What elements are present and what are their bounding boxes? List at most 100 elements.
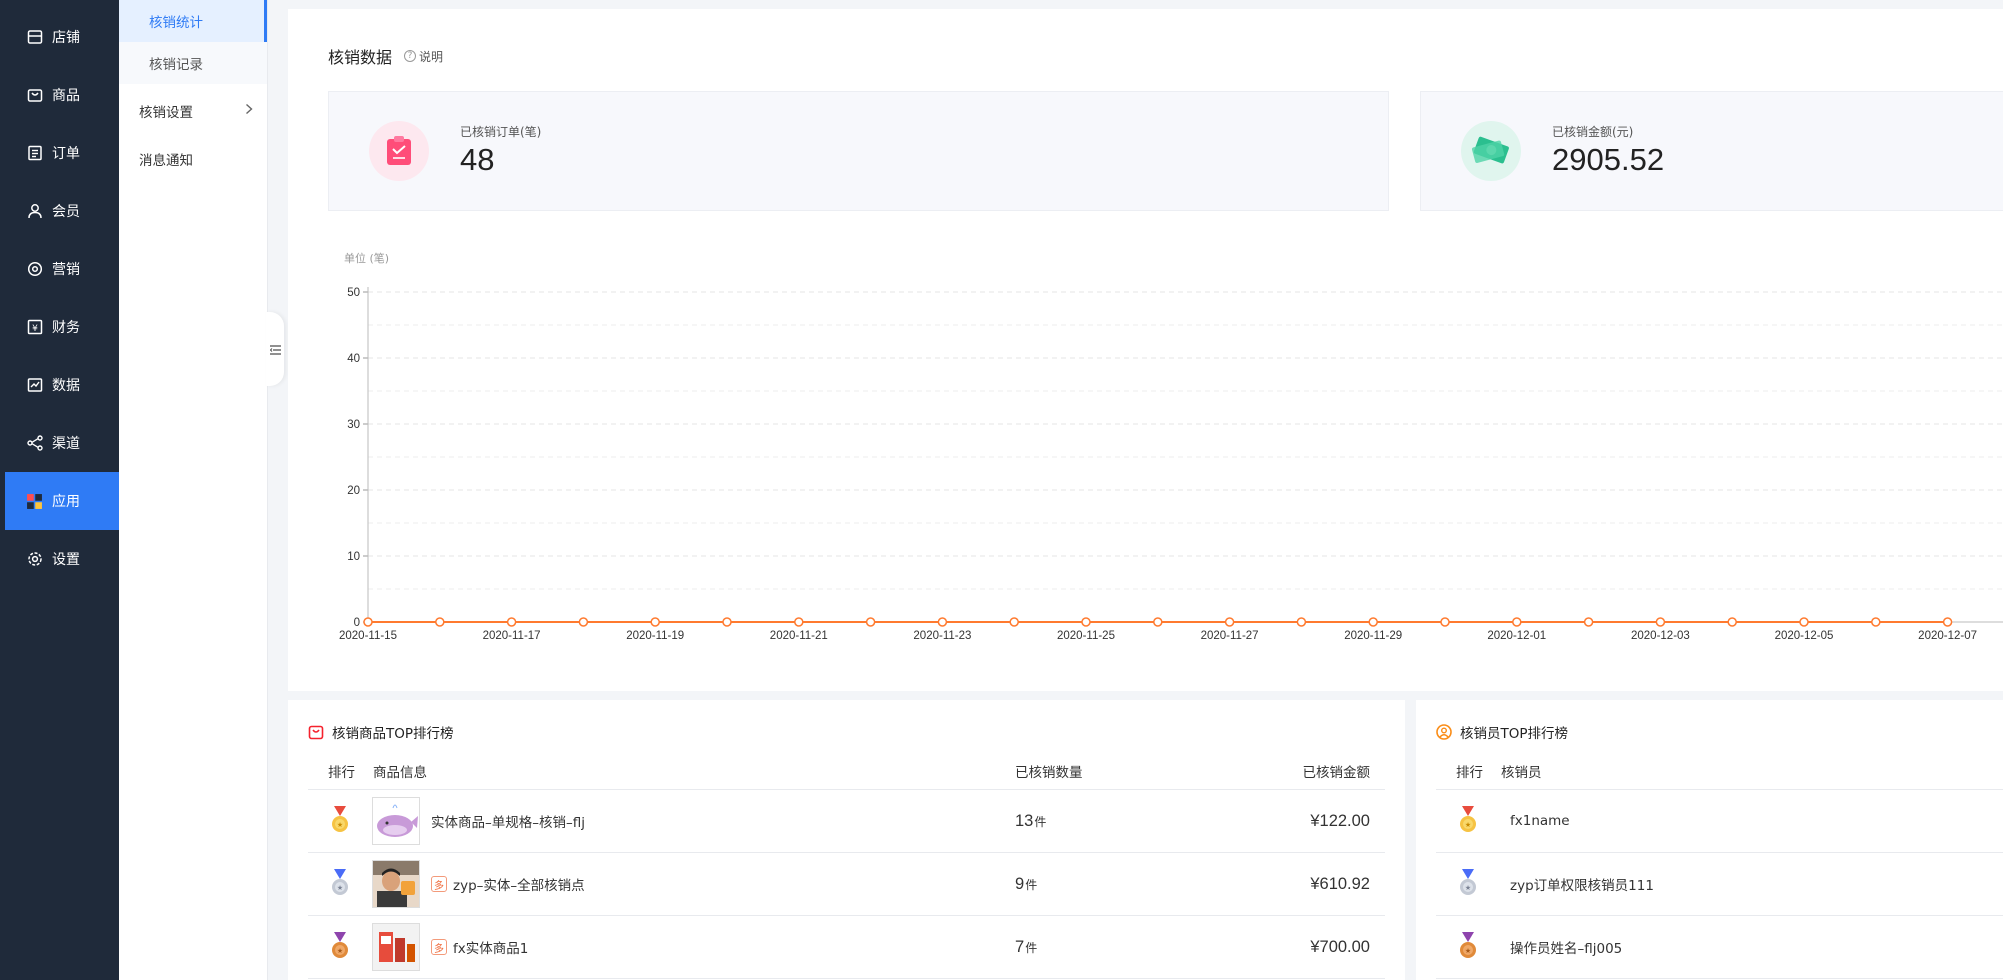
col-rank: 排行 <box>328 764 355 781</box>
x-tick-label: 2020-11-17 <box>483 630 541 642</box>
data-point <box>1081 617 1091 627</box>
svg-text:★: ★ <box>1465 884 1471 892</box>
bag-icon <box>26 87 43 104</box>
col-amount: 已核销金额 <box>1302 764 1371 781</box>
data-point <box>1296 617 1307 627</box>
nav-item-orders[interactable]: 订单 <box>0 124 119 182</box>
data-point <box>1512 617 1522 627</box>
x-tick-label: 2020-11-15 <box>339 630 397 642</box>
table-header: 排行 商品信息 已核销数量 已核销金额 <box>308 752 1385 790</box>
user-icon <box>26 203 43 220</box>
data-point <box>506 617 517 627</box>
nav-item-label: 会员 <box>52 204 80 220</box>
table-row[interactable]: ★ 操作员姓名–flj005 <box>1436 916 2003 979</box>
product-name: 实体商品–单规格–核销–flj <box>431 815 586 831</box>
bronze-medal-icon: ★ <box>1458 932 1478 962</box>
gear-icon <box>26 551 43 568</box>
product-amount: ¥122.00 <box>1310 811 1370 830</box>
svg-text:★: ★ <box>337 884 343 892</box>
y-axis-unit-label: 单位 (笔) <box>344 251 389 265</box>
svg-text:★: ★ <box>1465 947 1471 955</box>
y-tick-label: 0 <box>354 617 360 629</box>
data-point <box>1153 617 1163 627</box>
data-point <box>1942 617 1953 627</box>
x-tick-label: 2020-11-19 <box>626 630 684 642</box>
table-row[interactable]: ★ 多 fx实体商品1 7件 ¥700.00 <box>308 916 1385 979</box>
stat-value: 48 <box>460 142 495 177</box>
staff-name: fx1name <box>1510 813 1570 829</box>
nav-item-label: 营销 <box>52 262 80 278</box>
subnav-item-verify-records[interactable]: 核销记录 <box>119 42 267 84</box>
chart-icon <box>26 377 43 394</box>
subnav-item-label: 核销记录 <box>149 57 203 73</box>
x-tick-label: 2020-11-27 <box>1201 630 1259 642</box>
product-qty: 9件 <box>1015 874 1038 893</box>
nav-item-label: 订单 <box>52 146 80 162</box>
data-point <box>1727 617 1737 627</box>
collapse-sidebar-button[interactable] <box>266 312 284 386</box>
shopping-bag-icon <box>308 724 324 740</box>
svg-text:★: ★ <box>337 821 343 829</box>
nav-item-apps[interactable]: 应用 <box>5 472 119 530</box>
subnav-item-verify-settings[interactable]: 核销设置 <box>119 90 267 132</box>
col-staff: 核销员 <box>1501 764 1542 781</box>
product-name: 多 zyp–实体–全部核销点 <box>431 874 585 894</box>
nav-item-members[interactable]: 会员 <box>0 182 119 240</box>
subnav-item-notifications[interactable]: 消息通知 <box>119 138 267 180</box>
svg-text:★: ★ <box>337 947 343 955</box>
stat-card-amount: 已核销金额(元) 2905.52 <box>1420 91 2003 211</box>
staff-rank-table: 排行 核销员 ★ fx1name ★ zyp订单权限核销员111 ★ 操作员姓名… <box>1436 752 2003 979</box>
table-row[interactable]: ★ fx1name <box>1436 790 2003 853</box>
help-label: 说明 <box>419 49 444 64</box>
nav-item-settings[interactable]: 设置 <box>0 530 119 588</box>
nav-item-data[interactable]: 数据 <box>0 356 119 414</box>
data-point <box>1368 617 1378 627</box>
data-point <box>794 617 804 627</box>
nav-item-channel[interactable]: 渠道 <box>0 414 119 472</box>
col-qty: 已核销数量 <box>1015 764 1083 781</box>
user-circle-icon <box>1436 724 1452 740</box>
money-icon <box>1461 121 1521 181</box>
stat-label: 已核销订单(笔) <box>460 125 542 139</box>
data-point <box>1583 617 1594 627</box>
line-chart-svg: 单位 (笔) 0 10 20 30 40 50 2020-11-15 2020-11-17 202… <box>339 251 2003 642</box>
nav-item-label: 店铺 <box>52 30 80 46</box>
table-row[interactable]: ★ 实体商品–单规格–核销–flj 13件 ¥122.00 <box>308 790 1385 853</box>
nav-item-label: 渠道 <box>52 436 80 452</box>
sub-nav: 核销统计 核销记录 核销设置 消息通知 <box>119 0 268 980</box>
data-point <box>1224 617 1235 627</box>
subnav-item-verify-stats[interactable]: 核销统计 <box>119 0 267 42</box>
table-header: 排行 核销员 <box>1436 752 2003 790</box>
silver-medal-icon: ★ <box>1458 869 1478 899</box>
bronze-medal-icon: ★ <box>330 932 350 962</box>
nav-item-store[interactable]: 店铺 <box>0 8 119 66</box>
x-tick-label: 2020-11-25 <box>1057 630 1115 642</box>
product-thumbnail-box <box>372 923 420 971</box>
nav-item-label: 数据 <box>52 378 80 394</box>
subnav-item-label: 核销设置 <box>139 105 193 121</box>
product-name: 多 fx实体商品1 <box>431 937 528 957</box>
y-tick-label: 30 <box>347 419 360 431</box>
section-title: 核销数据 ? 说明 <box>328 44 443 68</box>
staff-name: 操作员姓名–flj005 <box>1510 941 1623 957</box>
nav-item-finance[interactable]: ¥ 财务 <box>0 298 119 356</box>
nav-item-goods[interactable]: 商品 <box>0 66 119 124</box>
menu-fold-icon <box>269 340 281 359</box>
multi-spec-tag: 多 <box>431 876 447 892</box>
product-amount: ¥700.00 <box>1310 937 1370 956</box>
data-point <box>435 617 445 627</box>
help-link[interactable]: ? 说明 <box>404 48 443 65</box>
nav-item-marketing[interactable]: 营销 <box>0 240 119 298</box>
table-row[interactable]: ★ zyp订单权限核销员111 <box>1436 853 2003 916</box>
marketing-icon <box>26 261 43 278</box>
y-tick-label: 20 <box>347 485 360 497</box>
section-title-text: 核销数据 <box>328 48 393 67</box>
nav-item-label: 应用 <box>52 494 80 510</box>
x-tick-label: 2020-12-07 <box>1918 630 1977 642</box>
nav-item-label: 设置 <box>52 552 80 568</box>
x-tick-label: 2020-12-03 <box>1631 630 1690 642</box>
nav-item-label: 财务 <box>52 320 80 336</box>
product-rank-card: 核销商品TOP排行榜 排行 商品信息 已核销数量 已核销金额 ★ 实体商品–单规… <box>288 700 1405 980</box>
data-point <box>1871 617 1881 627</box>
table-row[interactable]: ★ 多 zyp–实体–全部核销点 9件 ¥610.92 <box>308 853 1385 916</box>
